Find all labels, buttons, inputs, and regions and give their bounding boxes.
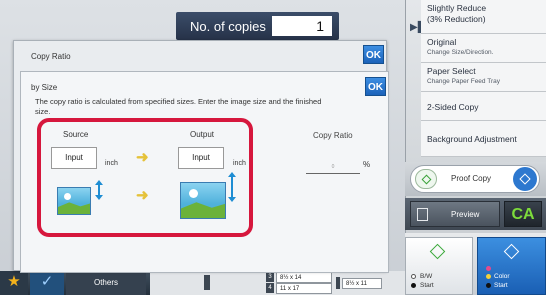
diamond-icon [503, 243, 520, 260]
color-start-button[interactable]: Color Start [477, 237, 546, 295]
color-start-label: Color Start [494, 273, 510, 289]
preview-row: Preview CA [405, 198, 546, 230]
panel-title: by Size [31, 83, 58, 92]
ok-button[interactable]: OK [365, 77, 386, 96]
start-row: B/W Start Color Start [405, 233, 546, 295]
copy-ratio-screen: No. of copies 1 ▶▌ Slightly Reduce (3% R… [0, 0, 546, 295]
side-item-title: Paper Select [427, 66, 476, 76]
preview-button[interactable]: Preview [410, 201, 500, 227]
star-icon[interactable]: ★ [0, 271, 28, 295]
copies-bar: No. of copies 1 [176, 12, 339, 40]
others-button[interactable]: Others [66, 271, 146, 295]
side-item-reduce[interactable]: Slightly Reduce (3% Reduction) [421, 0, 546, 34]
side-item-paper-select[interactable]: Paper Select Change Paper Feed Tray [421, 63, 546, 92]
highlight-frame [37, 118, 253, 237]
diamond-icon [421, 174, 432, 185]
copies-label: No. of copies [190, 18, 266, 34]
ok-button[interactable]: OK [363, 45, 384, 64]
tray-number: 3 [266, 272, 274, 282]
check-icon[interactable]: ✓ [30, 271, 64, 295]
color-indicator [486, 283, 491, 288]
tray-size: 11 x 17 [276, 283, 332, 294]
tray-icon [204, 275, 210, 290]
bw-indicator [411, 283, 416, 288]
dialog-title: Copy Ratio [31, 52, 71, 61]
proof-copy-label: Proof Copy [451, 174, 492, 183]
color-indicator [486, 266, 491, 271]
side-item-title: 2-Sided Copy [427, 102, 479, 112]
tray-number: 4 [266, 283, 274, 293]
side-item-subtitle: (3% Reduction) [427, 14, 486, 24]
bw-start-label: B/W Start [420, 273, 434, 289]
copies-input[interactable]: 1 [272, 16, 332, 36]
bw-start-button[interactable]: B/W Start [405, 237, 473, 295]
preview-label: Preview [451, 210, 480, 219]
diamond-icon [429, 243, 446, 260]
preview-icon [417, 208, 428, 221]
side-item-subtitle: Change Paper Feed Tray [427, 78, 500, 85]
color-indicator [486, 274, 491, 279]
bw-indicator [411, 274, 416, 279]
proof-copy-left [415, 169, 437, 189]
copy-ratio-field[interactable]: 0 [306, 160, 360, 174]
tray-size: 8½ x 14 [276, 272, 332, 283]
side-function-list: Slightly Reduce (3% Reduction) Original … [421, 0, 546, 157]
tray-icon [336, 277, 340, 289]
side-item-background-adjustment[interactable]: Background Adjustment [421, 121, 546, 157]
side-item-title: Background Adjustment [427, 134, 517, 144]
proof-copy-button[interactable]: Proof Copy [410, 165, 540, 193]
side-item-subtitle: Change Size/Direction. [427, 49, 494, 56]
side-item-2-sided[interactable]: 2-Sided Copy [421, 92, 546, 121]
proof-start-button[interactable] [513, 167, 537, 191]
side-item-title: Original [427, 37, 457, 47]
proof-copy-row: Proof Copy [405, 162, 546, 196]
description-text: The copy ratio is calculated from specif… [35, 97, 322, 116]
diamond-icon [519, 173, 531, 185]
tray-strip: 3 8½ x 14 4 11 x 17 8½ x 11 [150, 271, 405, 295]
side-item-title: Slightly Reduce [427, 3, 487, 13]
side-item-original[interactable]: Original Change Size/Direction. [421, 34, 546, 63]
tray-size: 8½ x 11 [342, 278, 382, 289]
clear-all-button[interactable]: CA [504, 201, 542, 227]
copy-ratio-label: Copy Ratio [313, 131, 353, 140]
percent-label: % [363, 160, 371, 169]
bottom-bar: ★ ✓ Others 3 8½ x 14 4 11 x 17 8½ x 11 [0, 271, 405, 295]
